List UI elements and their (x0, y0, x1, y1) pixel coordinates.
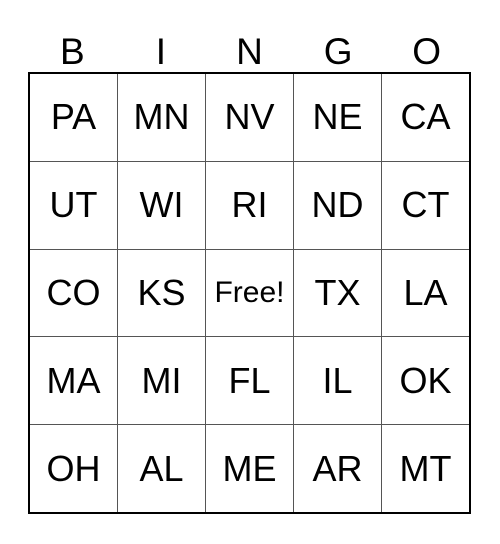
bingo-cell-g4[interactable]: IL (293, 337, 381, 425)
bingo-cell-b2[interactable]: UT (30, 161, 117, 249)
bingo-header-letter-i: I (155, 31, 167, 72)
bingo-cell-i5[interactable]: AL (117, 425, 205, 512)
bingo-cell-n2[interactable]: RI (205, 161, 293, 249)
bingo-row-3: CO KS Free! TX LA (30, 248, 469, 337)
bingo-row-5: OH AL ME AR MT (30, 424, 469, 512)
bingo-cell-i4[interactable]: MI (117, 337, 205, 425)
bingo-cell-i1[interactable]: MN (117, 74, 205, 161)
bingo-cell-b3[interactable]: CO (30, 249, 117, 337)
bingo-cell-o4[interactable]: OK (381, 337, 469, 425)
bingo-cell-n1[interactable]: NV (205, 74, 293, 161)
bingo-header-letter-o: O (412, 31, 442, 72)
bingo-cell-o1[interactable]: CA (381, 74, 469, 161)
bingo-header-letter-n: N (236, 31, 263, 72)
bingo-cell-g5[interactable]: AR (293, 425, 381, 512)
bingo-cell-n4[interactable]: FL (205, 337, 293, 425)
bingo-row-2: UT WI RI ND CT (30, 160, 469, 249)
bingo-cell-g1[interactable]: NE (293, 74, 381, 161)
bingo-cell-free-space[interactable]: Free! (205, 249, 293, 337)
bingo-grid: PA MN NV NE CA UT WI RI ND CT CO KS Free… (28, 72, 471, 514)
bingo-header-letter-g: G (323, 31, 353, 72)
bingo-cell-b5[interactable]: OH (30, 425, 117, 512)
bingo-row-4: MA MI FL IL OK (30, 336, 469, 425)
bingo-cell-g2[interactable]: ND (293, 161, 381, 249)
bingo-cell-i2[interactable]: WI (117, 161, 205, 249)
bingo-card: B I N G O PA MN NV NE CA UT WI RI ND CT … (28, 25, 471, 514)
bingo-header-letter-b: B (59, 31, 85, 72)
bingo-row-1: PA MN NV NE CA (30, 74, 469, 161)
bingo-header-row: B I N G O (28, 25, 471, 72)
bingo-cell-g3[interactable]: TX (293, 249, 381, 337)
bingo-cell-o5[interactable]: MT (381, 425, 469, 512)
bingo-cell-b4[interactable]: MA (30, 337, 117, 425)
bingo-cell-o3[interactable]: LA (381, 249, 469, 337)
bingo-cell-b1[interactable]: PA (30, 74, 117, 161)
bingo-cell-i3[interactable]: KS (117, 249, 205, 337)
bingo-cell-o2[interactable]: CT (381, 161, 469, 249)
bingo-cell-n5[interactable]: ME (205, 425, 293, 512)
